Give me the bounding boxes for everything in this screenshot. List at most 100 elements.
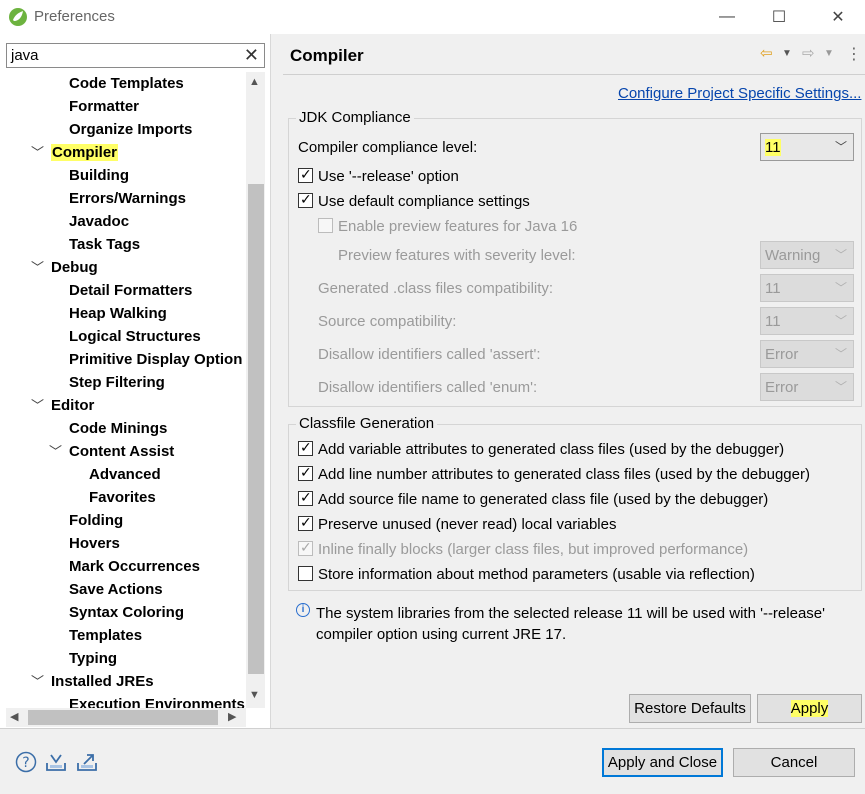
expand-chevron-icon[interactable]: ﹀: [31, 141, 44, 164]
cancel-button[interactable]: Cancel: [733, 748, 855, 777]
tree-item-label: Editor: [51, 397, 95, 414]
tree-item[interactable]: Primitive Display Option: [69, 348, 242, 371]
classfile-option-checkbox[interactable]: [298, 464, 313, 481]
tree-item[interactable]: ﹀ Debug: [31, 256, 98, 279]
apply-button[interactable]: Apply: [757, 694, 862, 723]
tree-vertical-scroll-thumb[interactable]: [248, 184, 264, 674]
expand-chevron-icon[interactable]: ﹀: [31, 670, 44, 693]
tree-item[interactable]: Errors/Warnings: [69, 187, 186, 210]
tree-item-label: Heap Walking: [69, 305, 167, 322]
tree-item-label: Advanced: [89, 466, 161, 483]
scroll-right-icon[interactable]: ▶: [228, 710, 236, 723]
filter-input[interactable]: java ✕: [6, 43, 265, 68]
scroll-up-icon[interactable]: ▲: [249, 76, 260, 88]
tree-item[interactable]: Building: [69, 164, 129, 187]
tree-item-label: Compiler: [51, 144, 119, 161]
expand-chevron-icon[interactable]: ﹀: [31, 394, 44, 417]
tree-item[interactable]: Save Actions: [69, 578, 163, 601]
clear-filter-icon[interactable]: ✕: [244, 45, 259, 66]
source-compat-label: Source compatibility:: [318, 313, 457, 330]
tree-item-label: Logical Structures: [69, 328, 201, 345]
tree-item-label: Formatter: [69, 98, 140, 115]
tree-item[interactable]: Formatter: [69, 95, 139, 118]
tree-item[interactable]: ﹀ Installed JREs: [31, 670, 154, 693]
generated-compat-label: Generated .class files compatibility:: [318, 280, 554, 297]
classfile-option-checkbox[interactable]: [298, 566, 313, 581]
tree-horizontal-scroll-thumb[interactable]: [28, 710, 218, 725]
tree-item-label: Building: [69, 167, 129, 184]
tree-item[interactable]: Advanced: [89, 463, 161, 486]
page-title: Compiler: [290, 46, 364, 65]
enable-preview-checkbox[interactable]: [318, 218, 333, 233]
forward-menu-chevron-icon[interactable]: ▼: [824, 48, 834, 59]
back-arrow-icon[interactable]: ⇦: [760, 44, 773, 62]
info-line-2: compiler option using current JRE 17.: [316, 626, 567, 643]
info-line-1: The system libraries from the selected r…: [316, 605, 825, 622]
classfile-option-label: Add variable attributes to generated cla…: [318, 441, 785, 458]
close-window-button[interactable]: ✕: [815, 0, 861, 34]
tree-item[interactable]: ﹀ Compiler: [31, 141, 119, 164]
use-default-compliance-checkbox[interactable]: [298, 191, 313, 208]
tree-item[interactable]: Syntax Coloring: [69, 601, 184, 624]
generated-compat-select[interactable]: 11 ﹀: [760, 274, 854, 302]
footer-divider: [0, 728, 865, 729]
tree-item[interactable]: Javadoc: [69, 210, 129, 233]
assert-identifier-select[interactable]: Error ﹀: [760, 340, 854, 368]
tree-item[interactable]: Heap Walking: [69, 302, 167, 325]
tree-item[interactable]: Organize Imports: [69, 118, 192, 141]
tree-item[interactable]: Typing: [69, 647, 117, 670]
preview-severity-select[interactable]: Warning ﹀: [760, 241, 854, 269]
tree-item[interactable]: Logical Structures: [69, 325, 201, 348]
tree-item[interactable]: Task Tags: [69, 233, 140, 256]
view-menu-icon[interactable]: ⋮: [846, 44, 862, 64]
tree-item-label: Debug: [51, 259, 98, 276]
compliance-level-select[interactable]: 11 ﹀: [760, 133, 854, 161]
classfile-option-label: Store information about method parameter…: [318, 566, 755, 583]
configure-project-settings-link[interactable]: Configure Project Specific Settings...: [618, 85, 861, 102]
restore-defaults-button[interactable]: Restore Defaults: [629, 694, 751, 723]
tree-item-label: Code Minings: [69, 420, 168, 437]
minimize-button[interactable]: —: [704, 0, 750, 34]
filter-input-value: java: [11, 47, 39, 64]
tree-item[interactable]: Step Filtering: [69, 371, 165, 394]
tree-item[interactable]: Execution Environments: [69, 693, 245, 708]
tree-item[interactable]: ﹀ Editor: [31, 394, 95, 417]
export-preferences-icon[interactable]: [76, 751, 98, 773]
tree-item[interactable]: Folding: [69, 509, 123, 532]
pane-splitter[interactable]: [270, 34, 276, 728]
scroll-left-icon[interactable]: ◀: [10, 710, 18, 723]
classfile-option-checkbox[interactable]: [298, 439, 313, 456]
source-compat-select[interactable]: 11 ﹀: [760, 307, 854, 335]
maximize-button[interactable]: ☐: [756, 0, 802, 34]
tree-item-label: Installed JREs: [51, 673, 154, 690]
expand-chevron-icon[interactable]: ﹀: [49, 440, 62, 463]
compliance-level-value: 11: [765, 139, 781, 156]
apply-and-close-button[interactable]: Apply and Close: [602, 748, 723, 777]
help-icon[interactable]: ?: [15, 751, 37, 773]
classfile-option-checkbox[interactable]: [298, 489, 313, 506]
import-preferences-icon[interactable]: [45, 751, 67, 773]
classfile-option-checkbox[interactable]: [298, 514, 313, 531]
tree-item[interactable]: Code Templates: [69, 72, 184, 95]
use-release-label: Use '--release' option: [318, 168, 459, 185]
classfile-option-checkbox[interactable]: [298, 539, 313, 556]
tree-item[interactable]: Code Minings: [69, 417, 167, 440]
back-menu-chevron-icon[interactable]: ▼: [782, 48, 792, 59]
tree-item[interactable]: Hovers: [69, 532, 120, 555]
tree-item[interactable]: Mark Occurrences: [69, 555, 200, 578]
info-icon: i: [296, 603, 310, 617]
expand-chevron-icon[interactable]: ﹀: [31, 256, 44, 279]
scroll-down-icon[interactable]: ▼: [249, 689, 260, 701]
tree-item[interactable]: Templates: [69, 624, 142, 647]
chevron-down-icon: ﹀: [834, 380, 847, 394]
forward-arrow-icon[interactable]: ⇨: [802, 44, 815, 62]
enum-identifier-select[interactable]: Error ﹀: [760, 373, 854, 401]
tree-item-label: Content Assist: [69, 443, 175, 460]
tree-item-label: Execution Environments: [69, 696, 245, 708]
tree-item[interactable]: Detail Formatters: [69, 279, 192, 302]
chevron-down-icon: ﹀: [834, 314, 847, 328]
header-divider: [283, 74, 865, 75]
tree-item[interactable]: ﹀ Content Assist: [49, 440, 175, 463]
use-release-checkbox[interactable]: [298, 166, 313, 183]
tree-item[interactable]: Favorites: [89, 486, 156, 509]
